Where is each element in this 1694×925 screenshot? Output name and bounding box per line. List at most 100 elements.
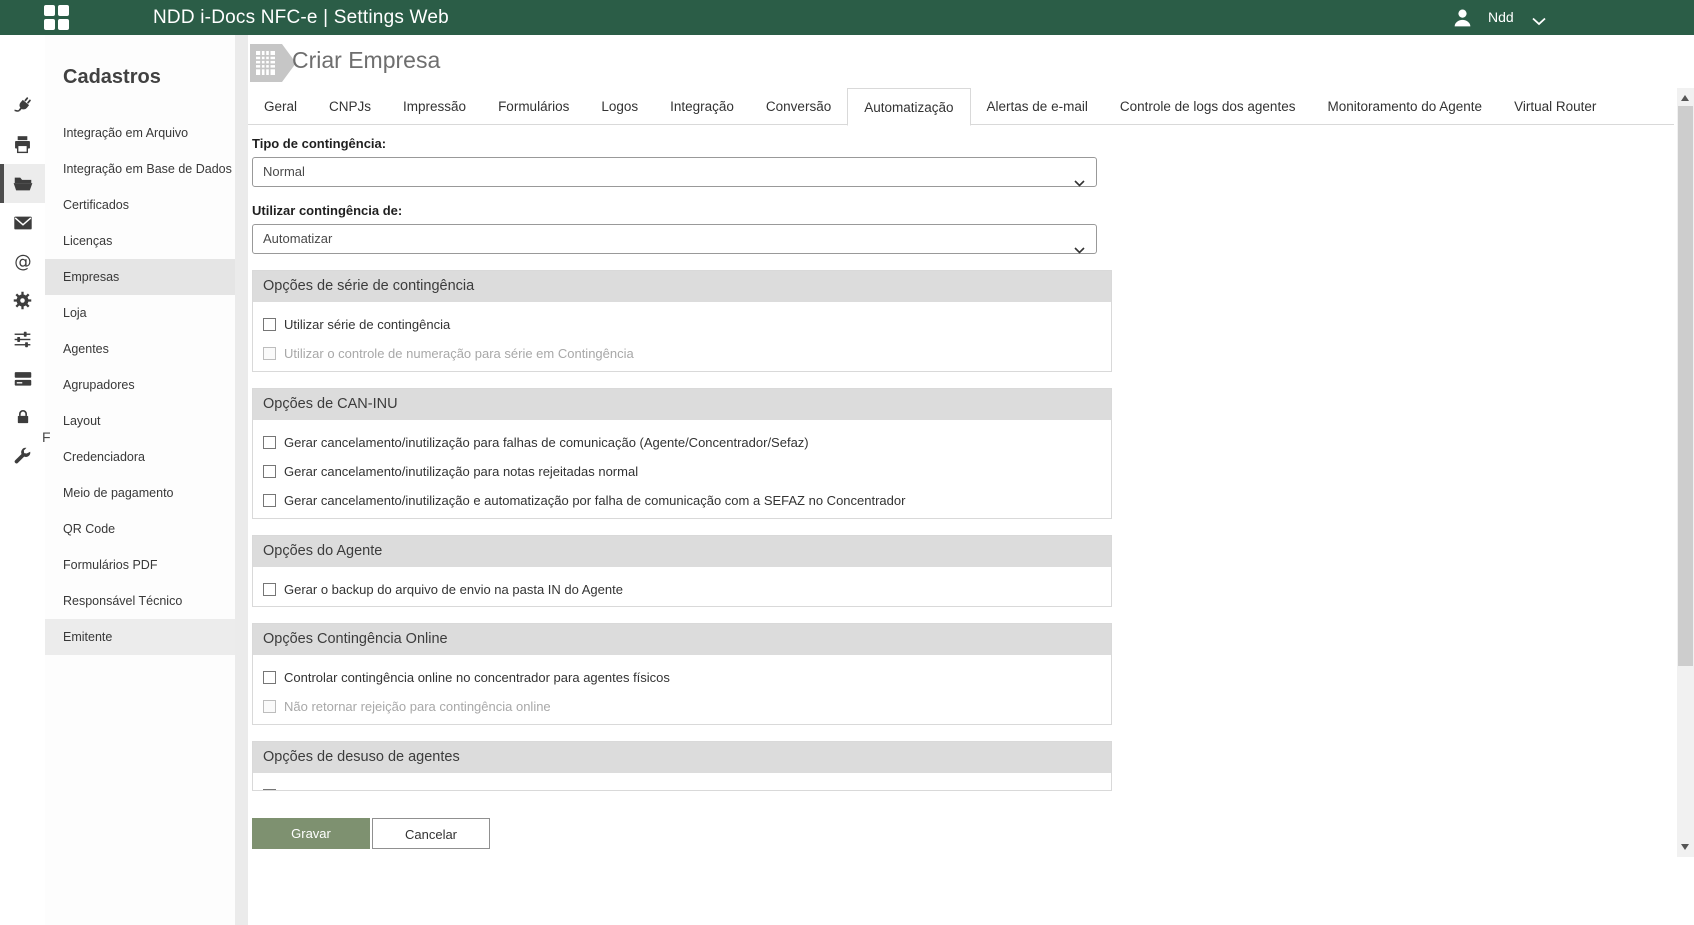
option-label: Utilizar controle de agentes em desuso: [284, 788, 509, 791]
option-label: Utilizar o controle de numeração para sé…: [284, 346, 634, 361]
wrench-icon[interactable]: [0, 437, 45, 476]
sidebar-item-certificados[interactable]: Certificados: [45, 187, 235, 223]
sidebar-item-qr-code[interactable]: QR Code: [45, 511, 235, 547]
section-contingencia-online: Opções Contingência Online Controlar con…: [252, 623, 1112, 725]
gear-icon[interactable]: [0, 281, 45, 320]
option-can-inu-falhas[interactable]: Gerar cancelamento/inutilização para fal…: [253, 428, 1111, 457]
vertical-scrollbar[interactable]: [1677, 88, 1694, 857]
tab-impressao[interactable]: Impressão: [387, 88, 482, 125]
scroll-up-icon[interactable]: [1681, 95, 1689, 101]
tab-integracao[interactable]: Integração: [654, 88, 750, 125]
checkbox[interactable]: [263, 436, 276, 449]
tipo-contingencia-select[interactable]: Normal: [252, 157, 1097, 187]
user-menu-label[interactable]: Ndd: [1488, 0, 1514, 35]
select-value: Normal: [263, 164, 305, 179]
section-desuso-agentes: Opções de desuso de agentes Utilizar con…: [252, 741, 1112, 791]
option-controle-agentes-desuso[interactable]: Utilizar controle de agentes em desuso: [253, 781, 1111, 791]
sidebar-item-loja[interactable]: Loja: [45, 295, 235, 331]
tab-automatizacao[interactable]: Automatização: [847, 88, 970, 126]
option-label: Gerar cancelamento/inutilização para not…: [284, 464, 638, 479]
option-can-inu-rejeitadas[interactable]: Gerar cancelamento/inutilização para not…: [253, 457, 1111, 486]
tab-logos[interactable]: Logos: [585, 88, 654, 125]
sidebar-item-responsavel-tecnico[interactable]: Responsável Técnico: [45, 583, 235, 619]
checkbox[interactable]: [263, 465, 276, 478]
section-header: Opções do Agente: [253, 536, 1111, 567]
tab-geral[interactable]: Geral: [248, 88, 313, 125]
section-can-inu: Opções de CAN-INU Gerar cancelamento/inu…: [252, 388, 1112, 519]
icon-rail: @: [0, 35, 45, 925]
building-icon: [250, 44, 296, 82]
sidebar-item-agrupadores[interactable]: Agrupadores: [45, 367, 235, 403]
chevron-down-icon: [1074, 236, 1085, 264]
printer-icon[interactable]: [0, 125, 45, 164]
app-grid-icon[interactable]: [44, 5, 69, 30]
sidebar-item-emitente[interactable]: Emitente: [45, 619, 235, 655]
checkbox: [263, 700, 276, 713]
folder-open-icon[interactable]: [0, 164, 45, 203]
sidebar-item-formularios-pdf[interactable]: Formulários PDF: [45, 547, 235, 583]
tab-bar: Geral CNPJs Impressão Formulários Logos …: [248, 88, 1674, 125]
save-button[interactable]: Gravar: [252, 818, 370, 849]
svg-text:@: @: [14, 252, 31, 272]
checkbox[interactable]: [263, 671, 276, 684]
plug-icon[interactable]: [0, 86, 45, 125]
select-value: Automatizar: [263, 231, 332, 246]
scroll-down-icon[interactable]: [1681, 844, 1689, 850]
option-label: Gerar cancelamento/inutilização para fal…: [284, 435, 809, 450]
checkbox: [263, 347, 276, 360]
user-icon: [1452, 7, 1473, 33]
option-utilizar-serie[interactable]: Utilizar série de contingência: [253, 310, 1111, 339]
clipped-text-fragment: F: [42, 429, 51, 445]
cancel-button[interactable]: Cancelar: [372, 818, 490, 849]
sliders-icon[interactable]: [0, 320, 45, 359]
option-backup-pasta-in[interactable]: Gerar o backup do arquivo de envio na pa…: [253, 575, 1111, 604]
option-label: Utilizar série de contingência: [284, 317, 450, 332]
panel-divider: [235, 35, 248, 925]
sidebar-item-empresas[interactable]: Empresas: [45, 259, 235, 295]
checkbox[interactable]: [263, 583, 276, 596]
option-nao-retornar-rejeicao: Não retornar rejeição para contingência …: [253, 692, 1111, 721]
sidebar-item-integracao-base[interactable]: Integração em Base de Dados: [45, 151, 235, 187]
scrollbar-thumb[interactable]: [1678, 106, 1693, 666]
sidebar-item-licencas[interactable]: Licenças: [45, 223, 235, 259]
checkbox[interactable]: [263, 318, 276, 331]
tab-controle-logs[interactable]: Controle de logs dos agentes: [1104, 88, 1312, 125]
sidebar-item-agentes[interactable]: Agentes: [45, 331, 235, 367]
sidebar-item-meio-pagamento[interactable]: Meio de pagamento: [45, 475, 235, 511]
checkbox[interactable]: [263, 789, 276, 791]
checkbox[interactable]: [263, 494, 276, 507]
utilizar-contingencia-select[interactable]: Automatizar: [252, 224, 1097, 254]
tab-monitoramento[interactable]: Monitoramento do Agente: [1311, 88, 1498, 125]
sidebar-item-integracao-arquivo[interactable]: Integração em Arquivo: [45, 115, 235, 151]
option-label: Gerar o backup do arquivo de envio na pa…: [284, 582, 623, 597]
sidebar-item-layout[interactable]: Layout: [45, 403, 235, 439]
section-serie-contingencia: Opções de série de contingência Utilizar…: [252, 270, 1112, 372]
option-can-inu-sefaz[interactable]: Gerar cancelamento/inutilização e automa…: [253, 486, 1111, 515]
tab-virtual-router[interactable]: Virtual Router: [1498, 88, 1612, 125]
chevron-down-icon[interactable]: [1531, 13, 1547, 31]
option-label: Não retornar rejeição para contingência …: [284, 699, 551, 714]
utilizar-contingencia-label: Utilizar contingência de:: [252, 203, 402, 218]
tipo-contingencia-label: Tipo de contingência:: [252, 136, 386, 151]
tab-conversao[interactable]: Conversão: [750, 88, 847, 125]
tab-cnpjs[interactable]: CNPJs: [313, 88, 387, 125]
option-label: Gerar cancelamento/inutilização e automa…: [284, 493, 905, 508]
tab-alertas-email[interactable]: Alertas de e-mail: [971, 88, 1104, 125]
sidebar: Cadastros Integração em Arquivo Integraç…: [45, 35, 235, 925]
page-title: Criar Empresa: [292, 47, 440, 74]
sidebar-title: Cadastros: [63, 66, 161, 89]
section-agente: Opções do Agente Gerar o backup do arqui…: [252, 535, 1112, 607]
option-controlar-contingencia-online[interactable]: Controlar contingência online no concent…: [253, 663, 1111, 692]
section-header: Opções de série de contingência: [253, 271, 1111, 302]
server-icon[interactable]: [0, 359, 45, 398]
at-icon[interactable]: @: [0, 242, 45, 281]
top-bar: NDD i-Docs NFC-e | Settings Web Ndd: [0, 0, 1694, 35]
sidebar-item-credenciadora[interactable]: Credenciadora: [45, 439, 235, 475]
section-header: Opções de CAN-INU: [253, 389, 1111, 420]
section-header: Opções de desuso de agentes: [253, 742, 1111, 773]
tab-formularios[interactable]: Formulários: [482, 88, 585, 125]
lock-icon[interactable]: [0, 398, 45, 437]
envelope-icon[interactable]: [0, 203, 45, 242]
option-label: Controlar contingência online no concent…: [284, 670, 670, 685]
section-header: Opções Contingência Online: [253, 624, 1111, 655]
